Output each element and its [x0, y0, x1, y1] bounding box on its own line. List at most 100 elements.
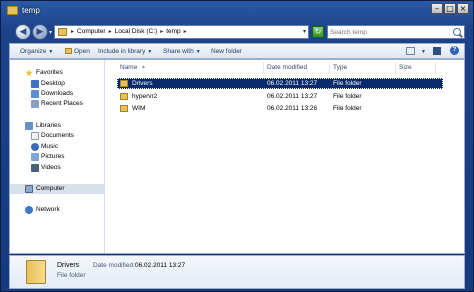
share-with-menu[interactable]: Share with ▼: [163, 46, 201, 58]
folder-icon: [120, 80, 128, 87]
folder-icon: [120, 93, 128, 100]
file-type: File folder: [333, 80, 362, 87]
breadcrumb-temp[interactable]: temp: [166, 28, 180, 35]
minimize-button[interactable]: –: [431, 3, 443, 14]
file-name: Drivers: [132, 80, 153, 87]
address-history-dropdown[interactable]: ▾: [303, 28, 306, 35]
maximize-button[interactable]: □: [444, 3, 456, 14]
file-date: 06.02.2011 13:26: [267, 105, 318, 112]
nav-downloads[interactable]: Downloads: [10, 89, 104, 99]
documents-icon: [31, 132, 39, 140]
navigation-bar: ◀ ▶ ▾ ▸ Computer ▸ Local Disk (C:) ▸ tem…: [1, 23, 473, 43]
file-row[interactable]: WIM 06.02.2011 13:26 File folder: [117, 103, 443, 114]
nav-recent-places[interactable]: Recent Places: [10, 99, 104, 109]
nav-videos-label: Videos: [41, 164, 61, 171]
music-icon: [31, 143, 39, 151]
nav-music-label: Music: [41, 143, 58, 150]
desktop-icon: [31, 80, 39, 88]
help-icon[interactable]: ?: [450, 46, 459, 55]
file-row[interactable]: hypervr2 06.02.2011 13:27 File folder: [117, 91, 443, 102]
nav-libraries[interactable]: Libraries: [10, 121, 104, 131]
window-title: temp: [22, 6, 40, 15]
nav-libraries-label: Libraries: [36, 122, 61, 129]
computer-icon: [25, 185, 33, 193]
chevron-down-icon: ▼: [195, 49, 201, 55]
search-input[interactable]: [330, 27, 450, 37]
command-bar: Organize ▼ Open Include in library ▼ Share…: [9, 43, 465, 59]
pictures-icon: [31, 153, 39, 161]
address-bar[interactable]: ▸ Computer ▸ Local Disk (C:) ▸ temp ▸ ▾: [54, 25, 309, 39]
videos-icon: [31, 164, 39, 172]
new-folder-label: New folder: [211, 48, 243, 55]
details-name: Drivers: [57, 262, 80, 269]
file-name: WIM: [132, 105, 146, 112]
sort-up-icon: ▲: [141, 64, 146, 70]
new-folder-button[interactable]: New folder: [211, 46, 242, 58]
nav-recent-label: Recent Places: [41, 100, 83, 107]
search-icon[interactable]: [453, 28, 461, 36]
search-box: [327, 25, 465, 39]
column-header-type[interactable]: Type: [330, 62, 396, 73]
navigation-pane[interactable]: Favorites Desktop Downloads Recent Place…: [10, 60, 105, 253]
folder-icon: [58, 28, 67, 36]
libraries-icon: [25, 122, 33, 130]
forward-button[interactable]: ▶: [32, 24, 48, 40]
include-in-library-menu[interactable]: Include in library ▼: [98, 46, 152, 58]
nav-favorites[interactable]: Favorites: [10, 68, 104, 78]
nav-network[interactable]: Network: [10, 205, 104, 215]
folder-icon: [7, 6, 18, 15]
open-label: Open: [74, 48, 90, 55]
recent-pages-icon[interactable]: ▾: [49, 29, 52, 36]
explorer-window: temp – □ × ◀ ▶ ▾ ▸ Computer ▸ Local Disk…: [0, 0, 474, 292]
file-row[interactable]: Drivers 06.02.2011 13:27 File folder: [117, 78, 443, 89]
file-type: File folder: [333, 105, 362, 112]
chevron-right-icon[interactable]: ▸: [109, 28, 112, 35]
column-name-label: Name: [120, 64, 138, 71]
refresh-button[interactable]: ↻: [312, 26, 324, 38]
title-bar[interactable]: temp – □ ×: [1, 1, 473, 23]
column-header-size[interactable]: Size: [396, 62, 436, 73]
breadcrumb-computer[interactable]: Computer: [77, 28, 106, 35]
chevron-down-icon: ▼: [147, 49, 153, 55]
include-label: Include in library: [98, 48, 146, 55]
close-button[interactable]: ×: [457, 3, 469, 14]
back-button[interactable]: ◀: [15, 24, 31, 40]
nav-music[interactable]: Music: [10, 142, 104, 152]
nav-pictures[interactable]: Pictures: [10, 152, 104, 162]
chevron-right-icon[interactable]: ▸: [184, 28, 187, 35]
nav-computer[interactable]: Computer: [10, 184, 104, 194]
recent-places-icon: [31, 100, 39, 108]
column-header-date[interactable]: Date modified: [264, 62, 330, 73]
column-header-name[interactable]: Name ▲: [117, 62, 264, 73]
nav-documents[interactable]: Documents: [10, 131, 104, 141]
chevron-down-icon: ▼: [421, 49, 426, 55]
content-area: Favorites Desktop Downloads Recent Place…: [9, 59, 465, 254]
nav-pictures-label: Pictures: [41, 153, 65, 160]
file-list[interactable]: Name ▲ Date modified Type Size Drivers 06…: [106, 60, 464, 253]
organize-label: Organize: [20, 48, 47, 55]
breadcrumb-local-disk[interactable]: Local Disk (C:): [115, 28, 158, 35]
nav-desktop-label: Desktop: [41, 80, 65, 87]
downloads-icon: [31, 90, 39, 98]
views-dropdown[interactable]: ▼: [419, 46, 426, 58]
folder-icon: [65, 48, 72, 54]
file-name: hypervr2: [132, 93, 158, 100]
change-view-icon[interactable]: [406, 47, 415, 55]
folder-icon: [120, 105, 128, 112]
chevron-down-icon: ▼: [48, 49, 54, 55]
chevron-right-icon[interactable]: ▸: [71, 28, 74, 35]
preview-pane-icon[interactable]: [433, 47, 441, 55]
nav-favorites-label: Favorites: [36, 69, 63, 76]
file-date: 06.02.2011 13:27: [267, 93, 318, 100]
open-button[interactable]: Open: [65, 46, 90, 58]
details-pane: Drivers Date modified: 06.02.2011 13:27 …: [9, 255, 465, 289]
nav-network-label: Network: [36, 206, 60, 213]
organize-menu[interactable]: Organize ▼: [20, 46, 53, 58]
details-modified-value: 06.02.2011 13:27: [135, 262, 186, 269]
folder-icon: [26, 260, 46, 284]
chevron-right-icon[interactable]: ▸: [160, 28, 163, 35]
nav-documents-label: Documents: [41, 132, 74, 139]
nav-desktop[interactable]: Desktop: [10, 79, 104, 89]
nav-videos[interactable]: Videos: [10, 163, 104, 173]
nav-downloads-label: Downloads: [41, 90, 74, 97]
